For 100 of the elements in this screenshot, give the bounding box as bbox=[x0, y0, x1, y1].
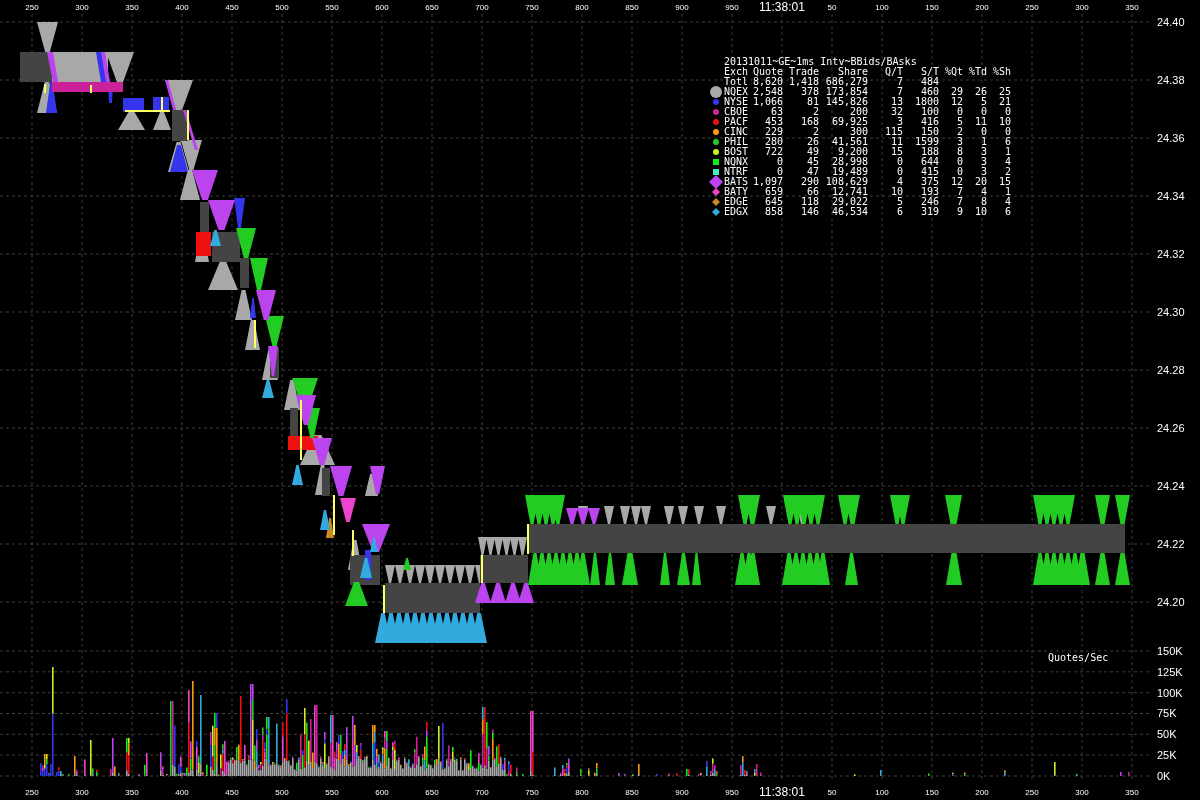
table-cell: 28,998 bbox=[831, 157, 868, 167]
table-cell: 11 bbox=[890, 137, 903, 147]
axis-label: 700 bbox=[475, 788, 489, 797]
axis-label: 950 bbox=[725, 2, 739, 12]
axis-label: 950 bbox=[725, 788, 739, 797]
axis-label: 75K bbox=[1157, 707, 1177, 720]
table-cell: 0 bbox=[980, 107, 987, 117]
axis-label: 50 bbox=[827, 2, 837, 12]
table-cell: 19,489 bbox=[831, 167, 868, 177]
axis-label: 250 bbox=[25, 788, 39, 797]
spread-band bbox=[322, 468, 330, 496]
table-cell: 300 bbox=[849, 127, 868, 137]
axis-label: 300 bbox=[75, 788, 89, 797]
table-cell: 2 bbox=[956, 127, 963, 137]
axis-label: 350 bbox=[1125, 2, 1139, 12]
table-cell: 13 bbox=[890, 97, 903, 107]
table-cell: CBOE bbox=[724, 107, 749, 117]
axis-label: 300 bbox=[1075, 788, 1089, 797]
table-cell: 8,620 bbox=[752, 77, 783, 87]
table-cell: 416 bbox=[920, 117, 939, 127]
table-cell: 41,561 bbox=[831, 137, 868, 147]
column-header: Q/T bbox=[884, 67, 903, 77]
axis-label: 24.32 bbox=[1157, 248, 1185, 260]
table-cell: 2,548 bbox=[752, 87, 783, 97]
table-cell: 47 bbox=[806, 167, 819, 177]
legend-title: 20131011~GE~1ms Intv~BBids/BAsks bbox=[724, 57, 917, 67]
axis-label: 450 bbox=[225, 2, 239, 12]
table-cell: 3 bbox=[956, 137, 963, 147]
table-cell: EDGE bbox=[724, 197, 749, 207]
column-header: %Qt bbox=[944, 67, 963, 77]
table-cell: 66 bbox=[806, 187, 819, 197]
axis-label: 750 bbox=[525, 788, 539, 797]
table-cell: 10 bbox=[974, 207, 987, 217]
table-cell: 100 bbox=[920, 107, 939, 117]
column-header: S/T bbox=[920, 67, 939, 77]
axis-label: 25K bbox=[1157, 749, 1177, 762]
table-cell: 146 bbox=[800, 207, 819, 217]
table-cell: 32 bbox=[890, 107, 903, 117]
table-cell: 0 bbox=[776, 157, 783, 167]
axis-label: 550 bbox=[325, 788, 339, 797]
table-cell: 2 bbox=[1004, 167, 1011, 177]
table-cell: 1599 bbox=[914, 137, 939, 147]
table-cell: 0 bbox=[980, 127, 987, 137]
table-cell: 0 bbox=[896, 167, 903, 177]
axis-label: 250 bbox=[1025, 2, 1039, 12]
axis-label: 350 bbox=[125, 2, 139, 12]
axis-label: 500 bbox=[275, 788, 289, 797]
axis-label: 500 bbox=[275, 2, 289, 12]
table-cell: 0 bbox=[896, 157, 903, 167]
table-cell: 173,854 bbox=[825, 87, 868, 97]
table-cell: 2 bbox=[812, 107, 819, 117]
table-cell: 12 bbox=[950, 177, 963, 187]
axis-label: 100 bbox=[875, 788, 889, 797]
axis-label: 24.36 bbox=[1157, 132, 1185, 144]
table-cell: 1 bbox=[1004, 147, 1011, 157]
axis-label: 24.24 bbox=[1157, 480, 1185, 492]
axis-label: 850 bbox=[625, 788, 639, 797]
table-cell: PACF bbox=[724, 117, 749, 127]
axis-label: 450 bbox=[225, 788, 239, 797]
table-cell: BOST bbox=[724, 147, 749, 157]
axis-label: 550 bbox=[325, 2, 339, 12]
table-cell: 4 bbox=[980, 187, 987, 197]
table-cell: 415 bbox=[920, 167, 939, 177]
axis-label: 150 bbox=[925, 2, 939, 12]
table-cell: 290 bbox=[800, 177, 819, 187]
table-cell: 3 bbox=[980, 157, 987, 167]
table-cell: 8 bbox=[956, 147, 963, 157]
table-cell: 0 bbox=[956, 167, 963, 177]
table-cell: 21 bbox=[998, 97, 1011, 107]
table-cell: 858 bbox=[764, 207, 783, 217]
chart-title: Quotes/Sec bbox=[1048, 652, 1109, 663]
axis-label: 24.28 bbox=[1157, 364, 1185, 376]
axis-label: 250 bbox=[25, 2, 39, 12]
column-header: Quote bbox=[752, 67, 783, 77]
table-cell: 2 bbox=[812, 127, 819, 137]
table-cell: 229 bbox=[764, 127, 783, 137]
axis-label: 24.26 bbox=[1157, 422, 1185, 434]
table-cell: 453 bbox=[764, 117, 783, 127]
axis-label: 300 bbox=[75, 2, 89, 12]
spread-band bbox=[200, 202, 209, 232]
axis-label: 900 bbox=[675, 788, 689, 797]
axis-label: 150 bbox=[925, 788, 939, 797]
table-cell: 12,741 bbox=[831, 187, 868, 197]
table-cell: 26 bbox=[806, 137, 819, 147]
axis-label: 700 bbox=[475, 2, 489, 12]
table-cell: 484 bbox=[920, 77, 939, 87]
axis-label: 24.30 bbox=[1157, 306, 1185, 318]
table-cell: 81 bbox=[806, 97, 819, 107]
table-cell: 200 bbox=[849, 107, 868, 117]
table-cell: 115 bbox=[884, 127, 903, 137]
table-cell: 0 bbox=[1004, 107, 1011, 117]
column-header: Trade bbox=[788, 67, 819, 77]
column-header: %Td bbox=[968, 67, 987, 77]
time-label: 11:38:01 bbox=[759, 0, 805, 14]
axis-label: 400 bbox=[175, 788, 189, 797]
table-cell: 10 bbox=[998, 117, 1011, 127]
table-cell: 145,826 bbox=[825, 97, 868, 107]
table-cell: 4 bbox=[1004, 197, 1011, 207]
table-cell: 6 bbox=[896, 207, 903, 217]
table-cell: EDGX bbox=[724, 207, 749, 217]
